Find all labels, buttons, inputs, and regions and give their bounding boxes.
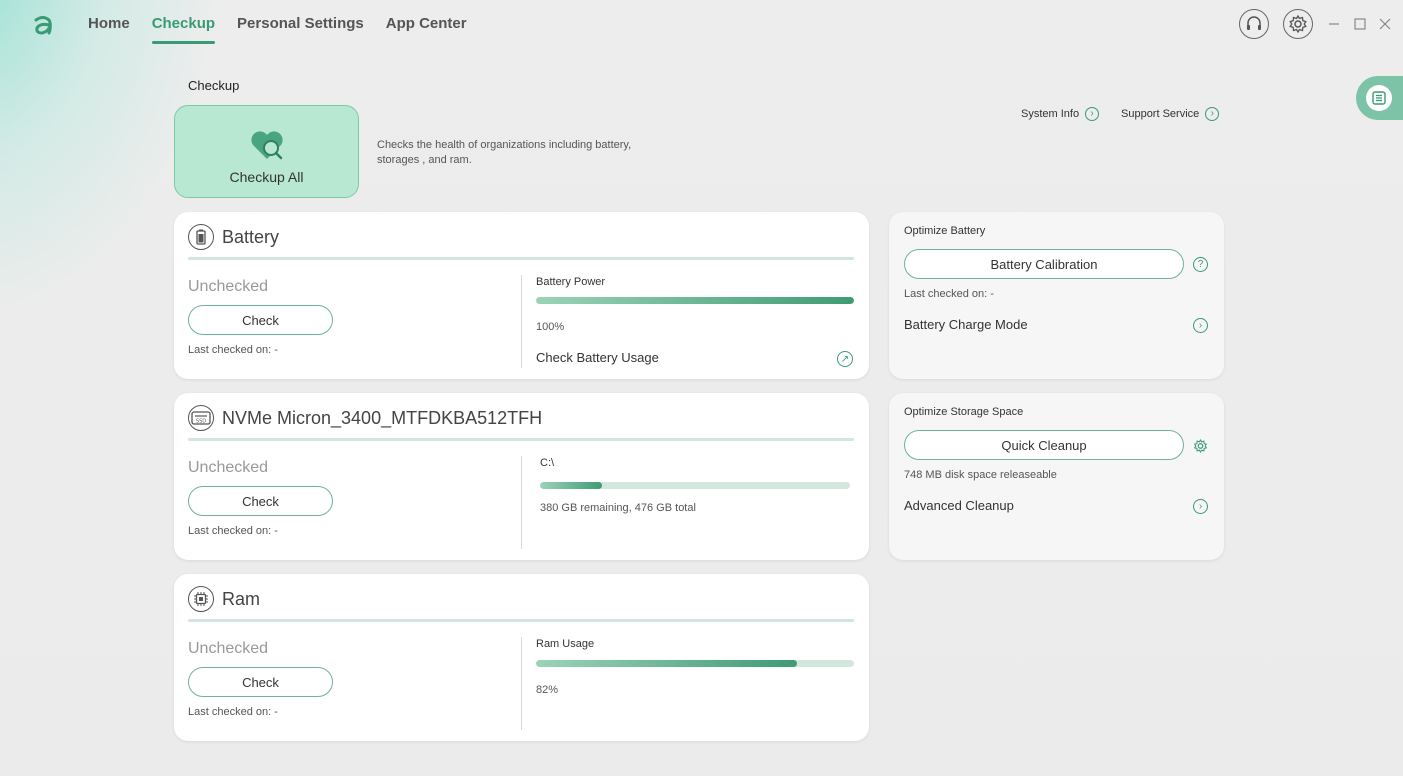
minimize-icon[interactable]	[1324, 14, 1344, 34]
battery-last-checked: Last checked on: -	[188, 344, 278, 356]
checkup-description: Checks the health of organizations inclu…	[377, 139, 632, 166]
list-icon	[1366, 85, 1392, 111]
heart-search-icon	[250, 131, 283, 160]
check-battery-usage-link[interactable]: Check Battery Usage	[536, 350, 659, 365]
headset-icon[interactable]	[1239, 9, 1269, 39]
storage-usage-text: 380 GB remaining, 476 GB total	[540, 502, 696, 514]
external-link-icon[interactable]: ↗	[837, 351, 853, 367]
nav-checkup[interactable]: Checkup	[151, 15, 216, 44]
ram-usage-value: 82%	[536, 684, 559, 696]
svg-text:SSD: SSD	[196, 419, 206, 425]
ram-last-checked: Last checked on: -	[188, 706, 278, 718]
side-panel-tab[interactable]	[1356, 76, 1403, 120]
chip-icon	[188, 586, 214, 612]
divider	[188, 619, 854, 622]
storage-card: SSD NVMe Micron_3400_MTFDKBA512TFH Unche…	[174, 393, 869, 560]
acer-logo-icon[interactable]	[30, 12, 56, 38]
nav-personal-settings[interactable]: Personal Settings	[237, 15, 364, 44]
support-service-label: Support Service	[1121, 108, 1200, 120]
storage-last-checked: Last checked on: -	[188, 525, 278, 537]
divider	[521, 637, 522, 730]
ram-usage-label: Ram Usage	[536, 638, 595, 650]
advanced-cleanup-link[interactable]: Advanced Cleanup	[904, 498, 1014, 513]
battery-power-fill	[536, 297, 854, 304]
battery-status: Unchecked	[188, 278, 269, 295]
chevron-right-icon[interactable]: ›	[1193, 499, 1208, 514]
optimize-battery-card: Optimize Battery Battery Calibration ? L…	[889, 212, 1224, 379]
page-title: Checkup	[188, 78, 240, 93]
ram-card: Ram Unchecked Check Last checked on: - R…	[174, 574, 869, 741]
quick-cleanup-button[interactable]: Quick Cleanup	[904, 430, 1184, 460]
optimize-storage-title: Optimize Storage Space	[904, 406, 1024, 418]
nav-home[interactable]: Home	[88, 15, 130, 44]
battery-title: Battery	[222, 226, 280, 247]
battery-power-bar	[536, 297, 854, 304]
main-nav: Home Checkup Personal Settings App Cente…	[88, 15, 467, 44]
help-icon[interactable]: ?	[1193, 257, 1208, 272]
battery-charge-mode-link[interactable]: Battery Charge Mode	[904, 317, 1028, 332]
releasable-space-text: 748 MB disk space releaseable	[904, 469, 1057, 481]
gear-icon[interactable]	[1283, 9, 1313, 39]
optimize-battery-title: Optimize Battery	[904, 225, 986, 237]
battery-power-label: Battery Power	[536, 276, 606, 288]
storage-status: Unchecked	[188, 459, 269, 476]
battery-calibration-last-checked: Last checked on: -	[904, 288, 994, 300]
battery-check-button[interactable]: Check	[188, 305, 333, 335]
system-info-link[interactable]: System Info ›	[1021, 107, 1100, 121]
ram-status: Unchecked	[188, 640, 269, 657]
chevron-right-icon[interactable]: ›	[1193, 318, 1208, 333]
ram-card-header: Ram	[188, 586, 260, 612]
storage-check-button[interactable]: Check	[188, 486, 333, 516]
divider	[521, 456, 522, 549]
drive-label: C:\	[540, 457, 555, 469]
divider	[188, 257, 854, 260]
ram-usage-fill	[536, 660, 797, 667]
support-service-link[interactable]: Support Service ›	[1121, 107, 1220, 121]
storage-card-header: SSD NVMe Micron_3400_MTFDKBA512TFH	[188, 405, 542, 431]
divider	[188, 438, 854, 441]
optimize-storage-card: Optimize Storage Space Quick Cleanup 748…	[889, 393, 1224, 560]
system-info-label: System Info	[1021, 108, 1080, 120]
storage-usage-fill	[540, 482, 602, 489]
storage-title: NVMe Micron_3400_MTFDKBA512TFH	[222, 407, 543, 428]
ram-check-button[interactable]: Check	[188, 667, 333, 697]
top-bar: Home Checkup Personal Settings App Cente…	[0, 0, 1403, 52]
battery-power-value: 100%	[536, 321, 565, 333]
app-window: Home Checkup Personal Settings App Cente…	[0, 0, 1403, 776]
nav-app-center[interactable]: App Center	[386, 15, 467, 44]
battery-card: Battery Unchecked Check Last checked on:…	[174, 212, 869, 379]
storage-usage-bar	[540, 482, 850, 489]
battery-calibration-button[interactable]: Battery Calibration	[904, 249, 1184, 279]
ram-title: Ram	[222, 588, 261, 609]
battery-icon	[188, 224, 214, 250]
divider	[521, 275, 522, 368]
ram-usage-bar	[536, 660, 854, 667]
gear-icon[interactable]	[1193, 438, 1208, 453]
chevron-right-icon: ›	[1085, 107, 1100, 121]
close-icon[interactable]	[1375, 14, 1395, 34]
checkup-all-label: Checkup All	[229, 169, 304, 185]
maximize-icon[interactable]	[1350, 14, 1370, 34]
chevron-right-icon: ›	[1205, 107, 1220, 121]
checkup-all-button[interactable]: Checkup All	[174, 105, 359, 198]
battery-card-header: Battery	[188, 224, 279, 250]
ssd-icon: SSD	[188, 405, 214, 431]
